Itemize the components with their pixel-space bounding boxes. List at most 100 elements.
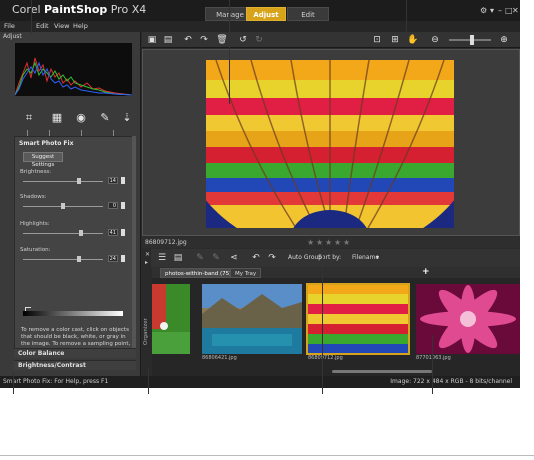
- zoom-out-icon[interactable]: ⊖: [429, 34, 441, 46]
- thumbnail-strip: 86806421.jpg 86809712.jpg 87701063.jpg: [152, 278, 520, 376]
- filmstrip-scrollbar[interactable]: [332, 370, 432, 373]
- panel-scrollbar[interactable]: [132, 136, 136, 352]
- share-icon[interactable]: ⋖: [228, 252, 240, 264]
- tool-icon-row: ⌗ ▦ ◉ ✎ ⇣: [15, 110, 132, 130]
- thumbnail-label: 86809712.jpg: [308, 355, 343, 361]
- pan-hand-icon[interactable]: ✋: [407, 34, 419, 46]
- view-mode-icon[interactable]: ▤: [172, 252, 184, 264]
- rotate-right-icon[interactable]: ↷: [266, 252, 278, 264]
- rotate-right-icon[interactable]: ↷: [198, 34, 210, 46]
- highlights-spinner[interactable]: [121, 229, 125, 236]
- tab-adjust[interactable]: Adjust: [246, 7, 286, 21]
- organizer-tabs: photos-within-band (75) My Tray +: [152, 267, 520, 278]
- saturation-spinner[interactable]: [121, 255, 125, 262]
- brightness-value[interactable]: 14: [108, 177, 118, 184]
- makeover-icon[interactable]: ✎: [97, 110, 113, 126]
- tab-edit[interactable]: Edit: [287, 7, 329, 21]
- rating-star[interactable]: ★: [325, 238, 332, 247]
- app-title: Corel PaintShop Pro X4: [12, 3, 146, 16]
- save-icon[interactable]: ▣: [146, 34, 158, 46]
- current-filename: 86809712.jpg: [145, 239, 187, 246]
- minimize-button[interactable]: –: [498, 6, 502, 15]
- highlights-thumb[interactable]: [78, 230, 83, 236]
- shadows-thumb[interactable]: [61, 203, 65, 209]
- title-bar: Corel PaintShop Pro X4 Manage Adjust Edi…: [0, 0, 520, 21]
- adjust-panel: Adjust ⌗ ▦ ◉ ✎ ⇣ Smart Photo Fix Suggest…: [0, 32, 141, 376]
- suggest-settings-button[interactable]: Suggest Settings: [23, 152, 63, 168]
- close-button[interactable]: ✕: [512, 6, 519, 15]
- sort-by-select[interactable]: Filename: [352, 254, 379, 261]
- thumbnail[interactable]: [202, 284, 302, 354]
- saturation-label: Saturation:: [20, 247, 51, 253]
- saturation-value[interactable]: 24: [108, 255, 118, 262]
- menu-file[interactable]: File: [4, 22, 15, 30]
- color-balance-panel[interactable]: Color Balance: [14, 348, 136, 358]
- rotate-left-icon[interactable]: ↶: [182, 34, 194, 46]
- thumbnail-label: 87701063.jpg: [416, 355, 451, 361]
- auto-group-button[interactable]: Auto Group: [288, 254, 322, 261]
- menu-bar: File Edit View Help: [0, 21, 520, 32]
- rating-star[interactable]: ★: [343, 238, 350, 247]
- status-bar: Smart Photo Fix: For Help, press F1 Imag…: [0, 376, 520, 388]
- add-tab-button[interactable]: +: [422, 267, 430, 277]
- navigation-icon[interactable]: ☰: [156, 252, 168, 264]
- organizer-side-label[interactable]: Organizer: [143, 318, 149, 345]
- dropdown-icon[interactable]: ▾: [490, 6, 494, 15]
- shadows-value[interactable]: 0: [108, 202, 118, 209]
- delete-icon[interactable]: 🗑: [216, 34, 228, 46]
- fit-window-icon[interactable]: ⊞: [389, 34, 401, 46]
- callout-line: [148, 368, 149, 394]
- black-white-gradient: [23, 311, 123, 316]
- callout-line: [432, 335, 433, 394]
- rating-star[interactable]: ★: [334, 238, 341, 247]
- brightness-contrast-panel[interactable]: Brightness/Contrast: [14, 360, 136, 370]
- brightness-slider[interactable]: [23, 181, 103, 182]
- redo-icon[interactable]: ↻: [253, 34, 265, 46]
- red-eye-icon[interactable]: ◉: [73, 110, 89, 126]
- saturation-thumb[interactable]: [77, 256, 81, 262]
- chevron-down-icon[interactable]: ▾: [376, 254, 379, 261]
- zoom-in-icon[interactable]: ⊕: [498, 34, 510, 46]
- actual-size-icon[interactable]: ⊡: [371, 34, 383, 46]
- highlights-slider[interactable]: [23, 233, 103, 234]
- menu-help[interactable]: Help: [73, 22, 88, 30]
- divider-line: [0, 455, 534, 456]
- organizer-side-strip: [142, 249, 151, 376]
- save-as-icon[interactable]: ▤: [162, 34, 174, 46]
- brightness-spinner[interactable]: [121, 177, 125, 184]
- rating-star[interactable]: ★: [307, 238, 314, 247]
- zoom-thumb[interactable]: [470, 35, 474, 45]
- menu-view[interactable]: View: [54, 22, 69, 30]
- tab-my-tray[interactable]: My Tray: [230, 268, 262, 278]
- organizer-toolbar: ☰ ▤ ✎ ✎ ⋖ ↶ ↷ Auto Group Sort by: Filena…: [142, 249, 520, 267]
- smart-photo-fix-panel: Smart Photo Fix Suggest Settings Brightn…: [14, 136, 136, 354]
- brush-icon[interactable]: ✎: [194, 252, 206, 264]
- app-title-prefix: Corel: [12, 3, 45, 16]
- straighten-icon[interactable]: ▦: [49, 110, 65, 126]
- menu-edit[interactable]: Edit: [36, 22, 49, 30]
- rotate-left-icon[interactable]: ↶: [250, 252, 262, 264]
- settings-icon[interactable]: ⚙: [480, 6, 487, 15]
- image-info-text: Image: 722 x 484 x RGB - 8 bits/channel: [390, 378, 512, 385]
- brightness-thumb[interactable]: [77, 178, 81, 184]
- saturation-slider[interactable]: [23, 259, 103, 260]
- highlights-value[interactable]: 41: [108, 229, 118, 236]
- tab-photos-within-band[interactable]: photos-within-band (75): [160, 268, 237, 278]
- pin-icon[interactable]: ▸: [145, 259, 148, 266]
- shadows-spinner[interactable]: [121, 202, 125, 209]
- smart-photo-fix-title: Smart Photo Fix: [19, 140, 74, 147]
- undo-icon[interactable]: ↺: [237, 34, 249, 46]
- figure: Corel PaintShop Pro X4 Manage Adjust Edi…: [0, 0, 534, 460]
- app-title-brand: PaintShop: [44, 3, 108, 16]
- depth-of-field-icon[interactable]: ⇣: [119, 110, 135, 126]
- thumbnail-label: 86806421.jpg: [202, 355, 237, 361]
- highlights-label: Highlights:: [20, 221, 50, 227]
- crop-icon[interactable]: ⌗: [21, 110, 37, 126]
- balloon-photo: [206, 60, 454, 228]
- image-info-strip: 86809712.jpg ★ ★ ★ ★ ★: [142, 237, 520, 248]
- callout-line: [13, 372, 14, 394]
- retouch-icon[interactable]: ✎: [210, 252, 222, 264]
- thumbnail[interactable]: [152, 284, 190, 354]
- brightness-label: Brightness:: [20, 169, 52, 175]
- close-icon[interactable]: ✕: [145, 251, 150, 258]
